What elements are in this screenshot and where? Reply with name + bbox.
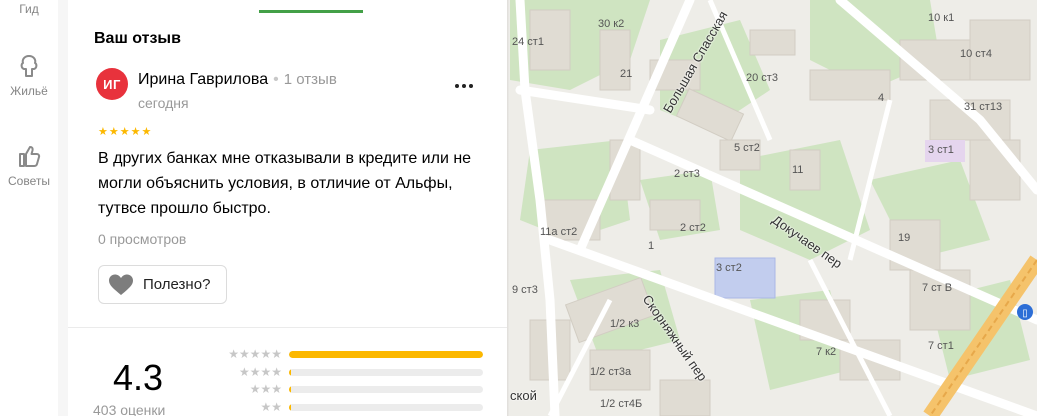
thumb-up-icon <box>19 146 41 167</box>
building-number-label: 9 ст3 <box>512 284 538 296</box>
review-text: В других банках мне отказывали в кредите… <box>98 150 472 217</box>
rail-item-guide[interactable]: Гид <box>0 2 58 16</box>
building-number-label: 1 <box>648 240 655 252</box>
rail-item-label: Жильё <box>10 84 48 98</box>
author-name[interactable]: Ирина Гаврилова <box>138 71 268 88</box>
building-number-label: 30 к2 <box>598 18 625 30</box>
rail-item-label: Гид <box>19 2 39 16</box>
rail-item-housing[interactable]: Жильё <box>0 52 58 98</box>
active-tab-indicator <box>259 10 363 13</box>
building-number-label: 3 ст2 <box>716 262 742 274</box>
building-number-label: 10 к1 <box>928 12 955 24</box>
author-reviews-count: 1 отзыв <box>283 71 337 88</box>
review-stars: ★ ★ ★ ★ ★ <box>98 126 151 138</box>
separator-dot: • <box>273 71 279 88</box>
building-number-label: 24 ст1 <box>512 36 544 48</box>
building-number-label: 5 ст2 <box>734 142 760 154</box>
more-options-button[interactable] <box>450 74 478 98</box>
building-number-label: 31 ст13 <box>964 101 1003 113</box>
building-number-label: 11а ст2 <box>540 226 578 238</box>
star-icon: ★ <box>119 126 130 138</box>
building-number-label: 7 ст1 <box>928 340 954 352</box>
building-number-label: 1/2 ст3а <box>590 366 632 378</box>
view-count: 0 просмотров <box>98 231 187 247</box>
rail-gutter <box>58 0 68 416</box>
more-dot-icon <box>469 84 473 88</box>
star-icon: ★ <box>98 126 108 138</box>
rail-item-label: Советы <box>8 174 50 188</box>
svg-text:▯: ▯ <box>1022 308 1028 319</box>
star-icon: ★ <box>141 126 152 138</box>
housing-icon <box>20 55 38 77</box>
star-icon: ★ <box>108 126 119 138</box>
rating-summary <box>68 327 507 416</box>
building-number-label: 2 ст2 <box>680 222 706 234</box>
avatar[interactable]: ИГ <box>96 68 128 100</box>
more-dot-icon <box>462 84 466 88</box>
building-number-label: 7 к2 <box>816 346 837 358</box>
building-number-label: 1/2 к3 <box>610 318 640 330</box>
section-title: Ваш отзыв <box>94 30 181 47</box>
review-date: сегодня <box>138 95 189 111</box>
more-dot-icon <box>455 84 459 88</box>
building-number-label: 10 ст4 <box>960 48 992 60</box>
map[interactable]: ▯ Большая Спасская Докучаев пер Скорняжн… <box>510 0 1037 416</box>
building-number-label: 19 <box>898 232 911 244</box>
building-number-label: 1/2 ст4Б <box>600 398 643 410</box>
heart-icon <box>109 274 133 295</box>
building-number-label: 2 ст3 <box>674 168 700 180</box>
rail-item-tips[interactable]: Советы <box>0 142 58 188</box>
building-number-label: 21 <box>620 68 633 80</box>
building-number-label: 7 ст В <box>922 282 953 294</box>
building-number-label: 11 <box>792 164 804 176</box>
map-canvas: ▯ <box>510 0 1037 416</box>
review-author: Ирина Гаврилова • 1 отзыв <box>138 71 337 89</box>
left-rail: Гид Жильё Советы <box>0 0 58 416</box>
building-number-label: 3 ст1 <box>928 144 954 156</box>
building-number-label: 20 ст3 <box>746 72 778 84</box>
star-icon: ★ <box>130 126 141 138</box>
street-label: ской <box>510 388 537 403</box>
useful-button-label: Полезно? <box>143 276 211 293</box>
building-number-label: 4 <box>878 92 885 104</box>
useful-button[interactable]: Полезно? <box>98 265 227 304</box>
